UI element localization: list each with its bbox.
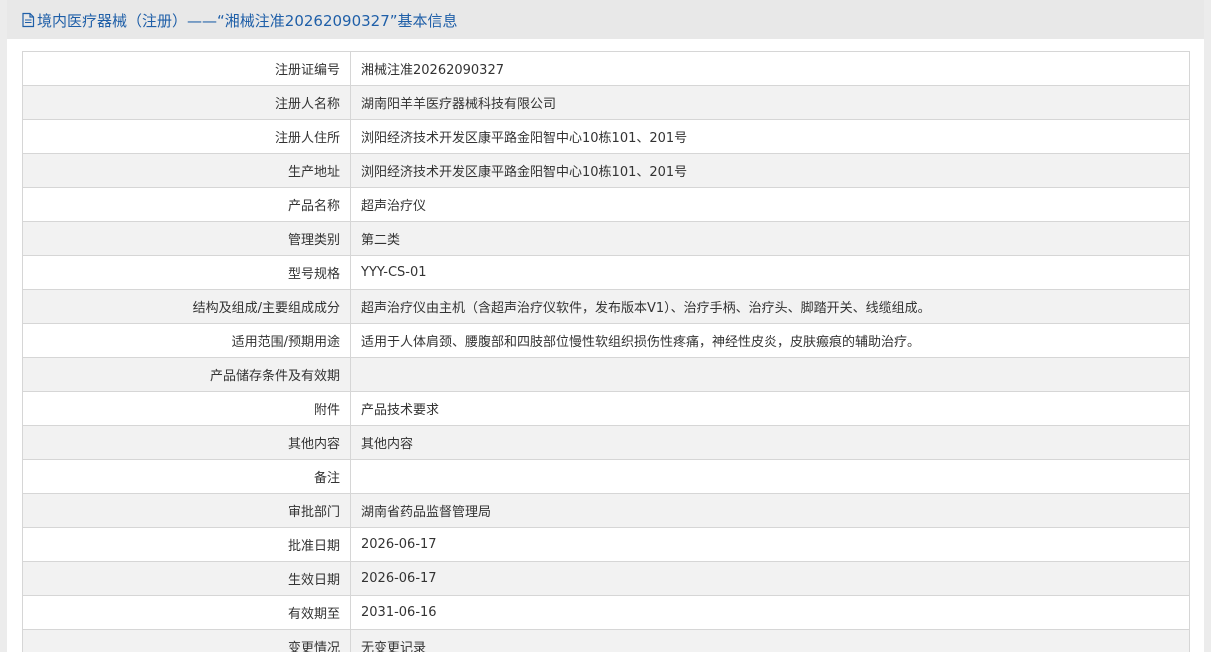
table-row: 管理类别 第二类 xyxy=(22,221,1190,256)
table-row: 注册人名称 湖南阳羊羊医疗器械科技有限公司 xyxy=(22,85,1190,120)
field-value: 浏阳经济技术开发区康平路金阳智中心10栋101、201号 xyxy=(350,153,1190,188)
table-row: 有效期至 2031-06-16 xyxy=(22,595,1190,630)
field-label: 批准日期 xyxy=(22,527,351,562)
field-label: 注册人住所 xyxy=(22,119,351,154)
field-value: 2031-06-16 xyxy=(350,595,1190,630)
table-row: 注册证编号 湘械注准20262090327 xyxy=(22,51,1190,86)
field-value: 产品技术要求 xyxy=(350,391,1190,426)
field-value: YYY-CS-01 xyxy=(350,255,1190,290)
field-value: 湘械注准20262090327 xyxy=(350,51,1190,86)
field-label: 有效期至 xyxy=(22,595,351,630)
field-value: 其他内容 xyxy=(350,425,1190,460)
table-row: 其他内容 其他内容 xyxy=(22,425,1190,460)
info-table: 注册证编号 湘械注准20262090327 注册人名称 湖南阳羊羊医疗器械科技有限公司… xyxy=(22,51,1190,652)
table-row: 审批部门 湖南省药品监督管理局 xyxy=(22,493,1190,528)
field-label: 其他内容 xyxy=(22,425,351,460)
field-value: 2026-06-17 xyxy=(350,527,1190,562)
page-title: 境内医疗器械（注册）——“湘械注准20262090327”基本信息 xyxy=(21,9,458,31)
field-value: 超声治疗仪由主机（含超声治疗仪软件，发布版本V1）、治疗手柄、治疗头、脚踏开关、… xyxy=(350,289,1190,324)
field-label: 型号规格 xyxy=(22,255,351,290)
field-label: 适用范围/预期用途 xyxy=(22,323,351,358)
table-row: 附件 产品技术要求 xyxy=(22,391,1190,426)
table-row: 生效日期 2026-06-17 xyxy=(22,561,1190,596)
table-row: 批准日期 2026-06-17 xyxy=(22,527,1190,562)
field-value xyxy=(350,357,1190,392)
field-label: 管理类别 xyxy=(22,221,351,256)
page-title-text: 境内医疗器械（注册）——“湘械注准20262090327”基本信息 xyxy=(37,11,458,30)
title-bar: 境内医疗器械（注册）——“湘械注准20262090327”基本信息 xyxy=(7,0,1204,39)
table-row: 产品储存条件及有效期 xyxy=(22,357,1190,392)
table-row: 适用范围/预期用途 适用于人体肩颈、腰腹部和四肢部位慢性软组织损伤性疼痛，神经性皮… xyxy=(22,323,1190,358)
field-label: 生产地址 xyxy=(22,153,351,188)
table-row: 生产地址 浏阳经济技术开发区康平路金阳智中心10栋101、201号 xyxy=(22,153,1190,188)
field-label: 审批部门 xyxy=(22,493,351,528)
field-value: 超声治疗仪 xyxy=(350,187,1190,222)
table-row: 产品名称 超声治疗仪 xyxy=(22,187,1190,222)
field-value: 湖南省药品监督管理局 xyxy=(350,493,1190,528)
field-value: 第二类 xyxy=(350,221,1190,256)
table-row: 注册人住所 浏阳经济技术开发区康平路金阳智中心10栋101、201号 xyxy=(22,119,1190,154)
document-icon xyxy=(21,12,35,28)
field-value xyxy=(350,459,1190,494)
detail-panel: 境内医疗器械（注册）——“湘械注准20262090327”基本信息 注册证编号湘… xyxy=(7,0,1204,652)
field-value: 适用于人体肩颈、腰腹部和四肢部位慢性软组织损伤性疼痛，神经性皮炎，皮肤瘢痕的辅助… xyxy=(350,323,1190,358)
table-row: 备注 xyxy=(22,459,1190,494)
field-label: 生效日期 xyxy=(22,561,351,596)
field-label: 备注 xyxy=(22,459,351,494)
field-value: 浏阳经济技术开发区康平路金阳智中心10栋101、201号 xyxy=(350,119,1190,154)
field-label: 变更情况 xyxy=(22,629,351,652)
field-label: 注册证编号 xyxy=(22,51,351,86)
field-value: 无变更记录 xyxy=(350,629,1190,652)
table-row: 变更情况 无变更记录 xyxy=(22,629,1190,652)
field-label: 附件 xyxy=(22,391,351,426)
table-row: 结构及组成/主要组成成分 超声治疗仪由主机（含超声治疗仪软件，发布版本V1）、治疗… xyxy=(22,289,1190,324)
field-label: 产品储存条件及有效期 xyxy=(22,357,351,392)
field-label: 注册人名称 xyxy=(22,85,351,120)
field-value: 湖南阳羊羊医疗器械科技有限公司 xyxy=(350,85,1190,120)
field-label: 产品名称 xyxy=(22,187,351,222)
field-value: 2026-06-17 xyxy=(350,561,1190,596)
field-label: 结构及组成/主要组成成分 xyxy=(22,289,351,324)
table-row: 型号规格 YYY-CS-01 xyxy=(22,255,1190,290)
